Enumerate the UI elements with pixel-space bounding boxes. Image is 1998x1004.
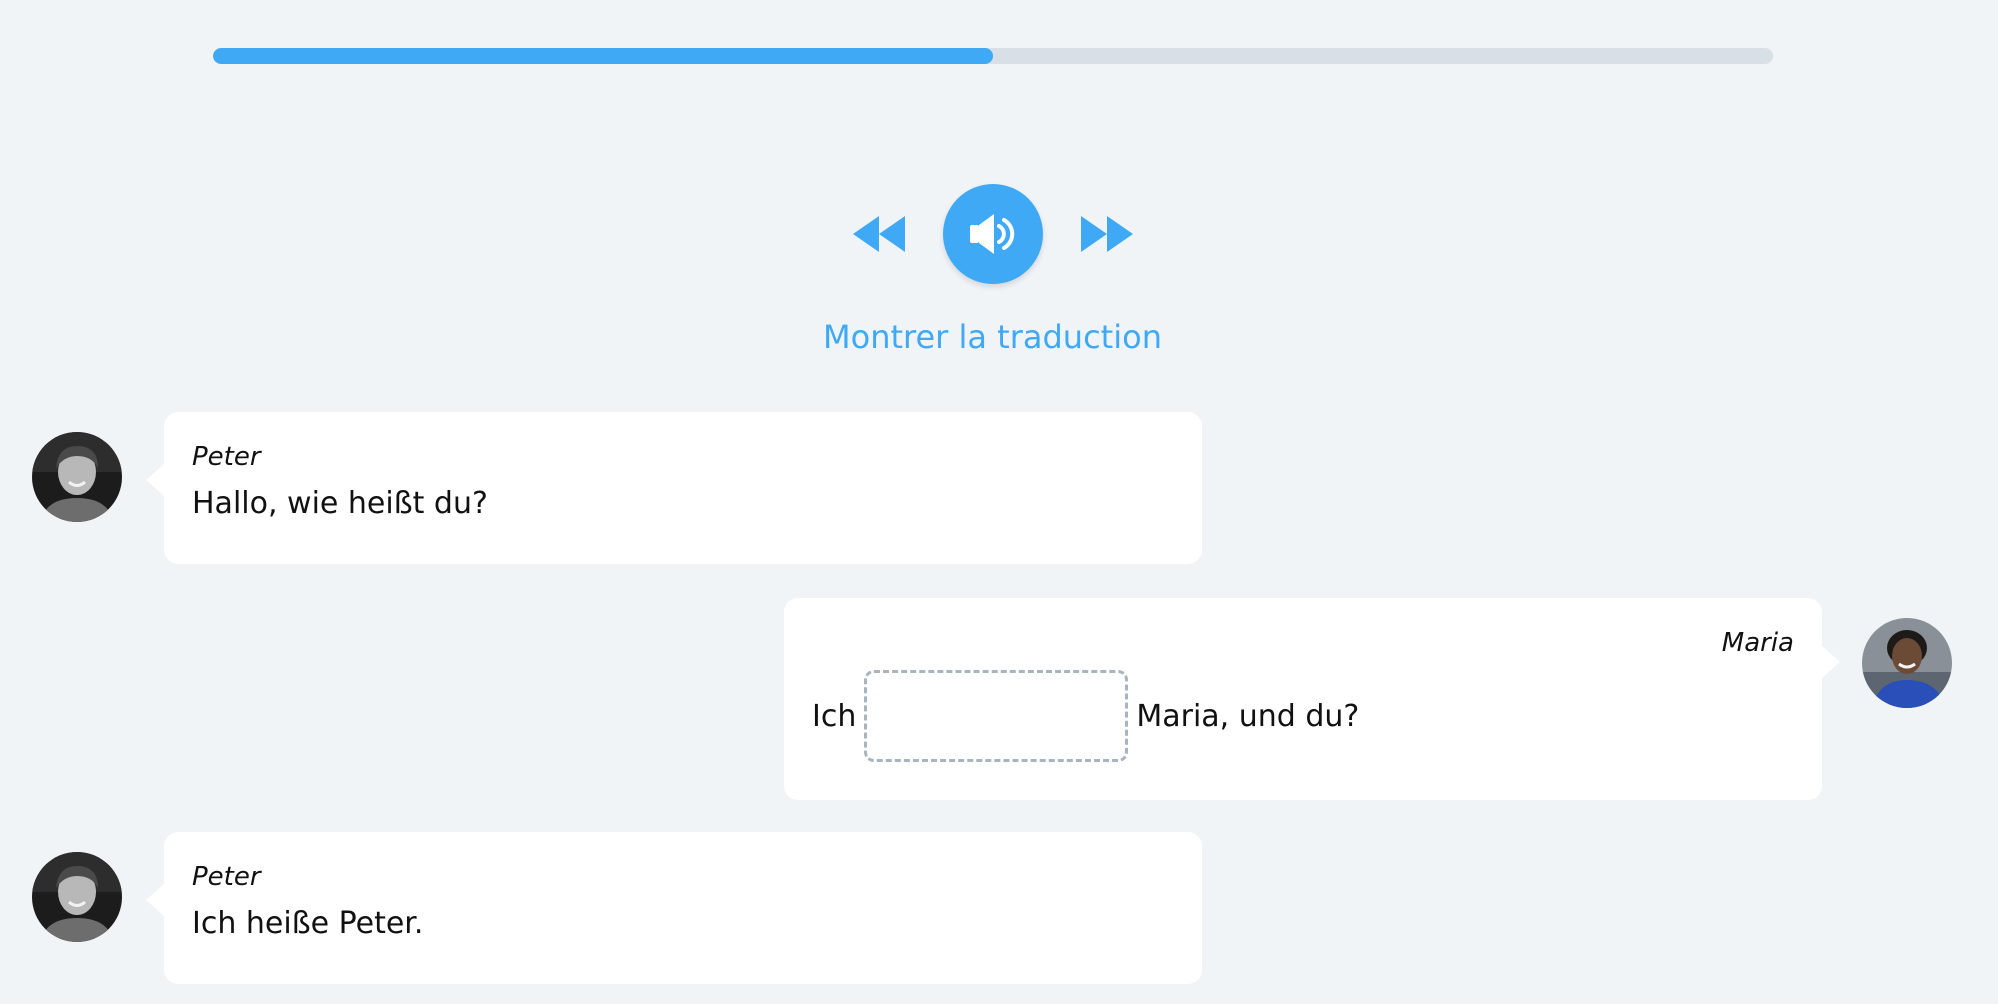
speaker-name: Peter bbox=[192, 862, 261, 892]
avatar-peter bbox=[32, 432, 122, 522]
play-audio-button[interactable] bbox=[942, 184, 1043, 284]
forward-button[interactable] bbox=[1077, 210, 1137, 258]
audio-player bbox=[0, 184, 1985, 284]
speaker-icon bbox=[969, 214, 1014, 254]
rewind-icon bbox=[852, 216, 905, 252]
message-text: Hallo, wie heißt du? bbox=[192, 486, 488, 521]
message-bubble-peter-1: Peter Hallo, wie heißt du? bbox=[146, 412, 1202, 564]
fill-in-sentence: Ich Maria, und du? bbox=[812, 670, 1794, 762]
sentence-part-before: Ich bbox=[812, 698, 857, 734]
show-translation-link[interactable]: Montrer la traduction bbox=[0, 318, 1985, 356]
message-text: Ich heiße Peter. bbox=[192, 906, 424, 941]
message-bubble-maria: Maria Ich Maria, und du? bbox=[784, 598, 1840, 800]
avatar-peter bbox=[32, 852, 122, 942]
lesson-progress-fill bbox=[213, 48, 993, 64]
speaker-name: Peter bbox=[192, 442, 261, 472]
answer-gap-dropzone[interactable] bbox=[864, 670, 1129, 762]
avatar-maria bbox=[1862, 618, 1952, 708]
speaker-name: Maria bbox=[1721, 628, 1794, 658]
lesson-progress-bar bbox=[213, 48, 1773, 64]
fast-forward-icon bbox=[1080, 216, 1133, 252]
sentence-part-after: Maria, und du? bbox=[1136, 698, 1360, 734]
rewind-button[interactable] bbox=[849, 210, 909, 258]
message-bubble-peter-2: Peter Ich heiße Peter. bbox=[146, 832, 1202, 984]
